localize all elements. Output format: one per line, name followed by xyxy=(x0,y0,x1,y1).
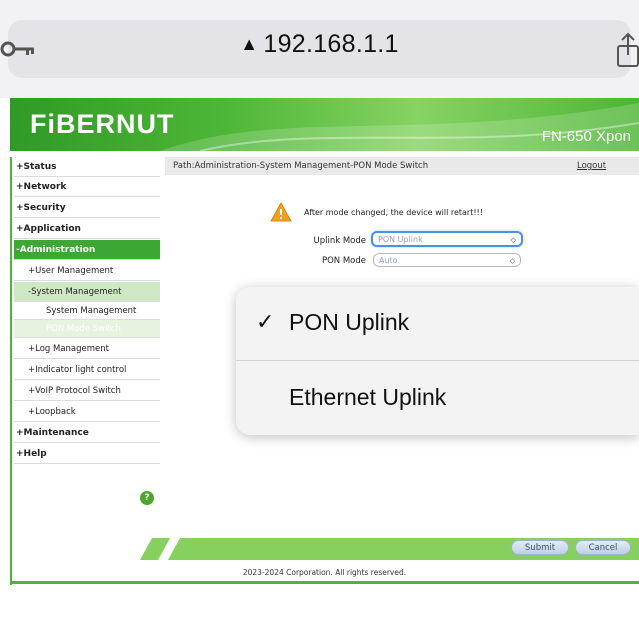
uplink-mode-label: Uplink Mode xyxy=(313,236,366,246)
menu-user-management[interactable]: +User Management xyxy=(14,261,160,281)
copyright-text: 2023-2024 Corporation. All rights reserv… xyxy=(242,568,407,577)
menu-voip-protocol-switch[interactable]: +VoIP Protocol Switch xyxy=(14,381,160,401)
menu-status[interactable]: +Status xyxy=(14,157,160,177)
browser-url-bar: ▲ 192.168.1.1 xyxy=(0,0,639,98)
breadcrumb: Path:Administration-System Management-PO… xyxy=(165,157,639,175)
bottom-border xyxy=(10,581,639,584)
menu-help[interactable]: +Help xyxy=(14,444,160,464)
checkmark-icon: ✓ xyxy=(256,310,275,335)
menu-loopback[interactable]: +Loopback xyxy=(14,402,160,422)
menu-log-management[interactable]: +Log Management xyxy=(14,339,160,359)
chevron-updown-icon: ◇ xyxy=(509,257,515,265)
option-pon-uplink[interactable]: PON Uplink xyxy=(289,309,409,336)
uplink-mode-dropdown: ✓ PON Uplink Ethernet Uplink xyxy=(236,287,639,435)
uplink-mode-value: PON Uplink xyxy=(378,235,423,244)
menu-administration[interactable]: -Administration xyxy=(14,240,160,260)
menu-system-management-sub[interactable]: System Management xyxy=(14,302,160,320)
logout-link[interactable]: Logout xyxy=(577,157,606,175)
pon-mode-label: PON Mode xyxy=(321,256,366,266)
header-banner: FiBERNUT FN-650 Xpon xyxy=(10,98,639,151)
url-address: 192.168.1.1 xyxy=(263,30,399,58)
restart-warning-text: After mode changed, the device will reta… xyxy=(304,208,483,217)
chevron-updown-icon: ◇ xyxy=(510,236,516,244)
not-secure-warning-icon: ▲ xyxy=(240,34,259,54)
uplink-mode-select[interactable]: PON Uplink ◇ xyxy=(371,231,523,247)
left-border xyxy=(10,157,12,585)
menu-pon-mode-switch[interactable]: PON Mode Switch xyxy=(14,320,160,338)
breadcrumb-path: Path:Administration-System Management-PO… xyxy=(173,161,429,171)
menu-indicator-light-control[interactable]: +Indicator light control xyxy=(14,360,160,380)
submit-button[interactable]: Submit xyxy=(511,540,569,555)
pon-mode-value: Auto xyxy=(379,256,398,265)
pon-mode-select[interactable]: Auto ◇ xyxy=(373,253,521,267)
share-icon[interactable] xyxy=(614,30,639,70)
menu-maintenance[interactable]: +Maintenance xyxy=(14,423,160,443)
menu-network[interactable]: +Network xyxy=(14,177,160,197)
menu-application[interactable]: +Application xyxy=(14,219,160,239)
device-model: FN-650 Xpon xyxy=(541,128,631,145)
option-divider xyxy=(236,360,639,361)
menu-security[interactable]: +Security xyxy=(14,198,160,218)
help-icon[interactable]: ? xyxy=(140,491,154,505)
brand-logo: FiBERNUT xyxy=(30,109,175,139)
menu-system-management[interactable]: -System Management xyxy=(14,282,160,302)
url-text[interactable]: ▲ 192.168.1.1 xyxy=(0,30,639,59)
option-ethernet-uplink[interactable]: Ethernet Uplink xyxy=(289,384,446,411)
cancel-button[interactable]: Cancel xyxy=(575,540,631,555)
warning-icon xyxy=(270,202,292,222)
